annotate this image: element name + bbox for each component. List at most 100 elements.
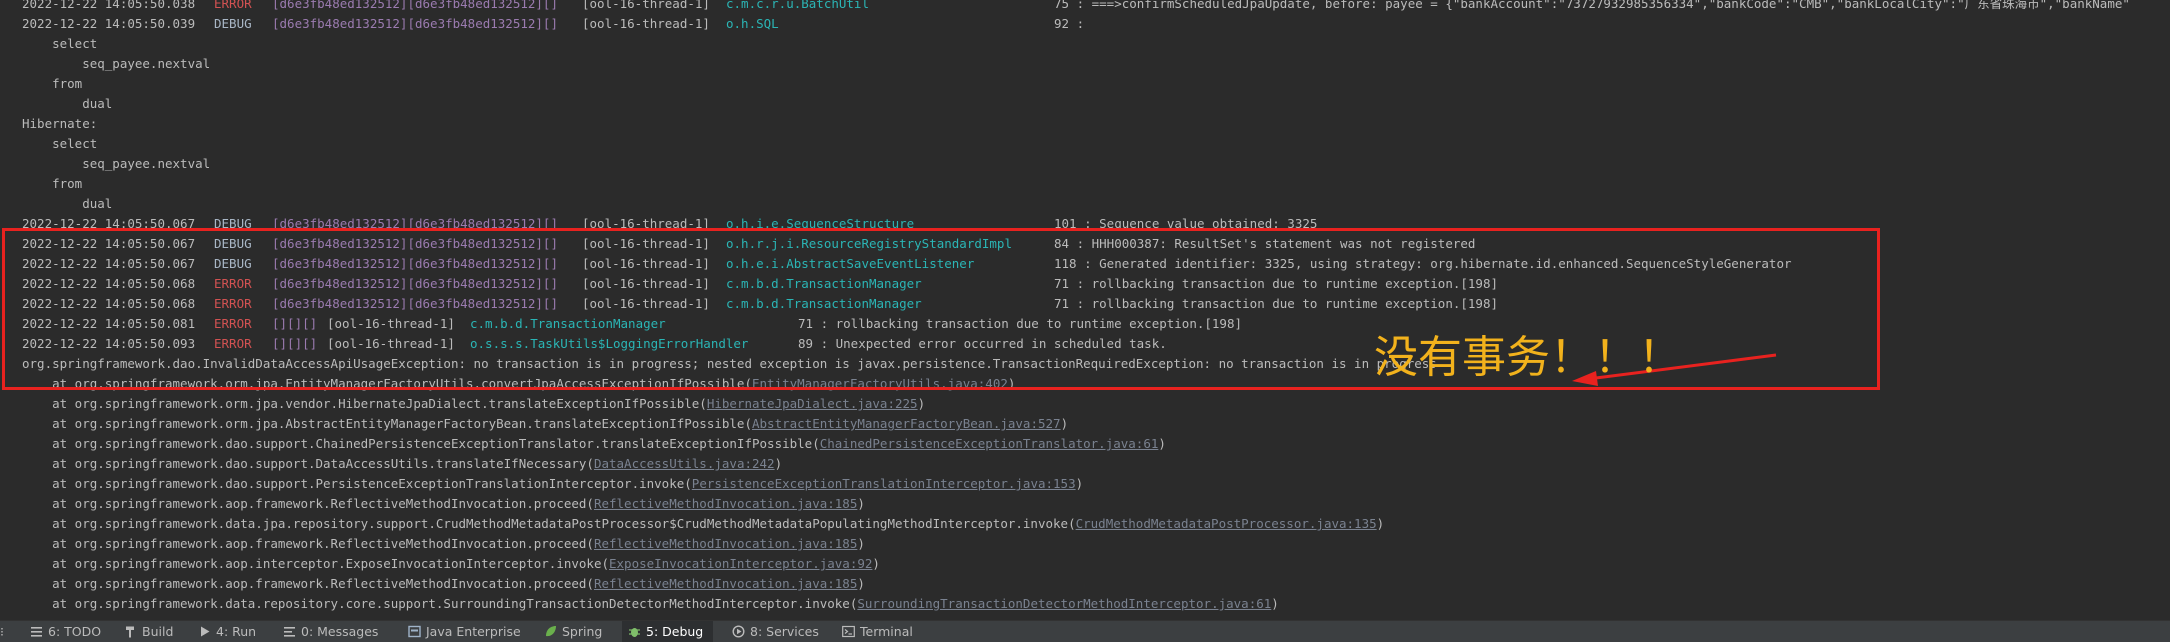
tab-label: 0: Messages: [301, 624, 379, 639]
stack-frame: at org.springframework.aop.framework.Ref…: [22, 494, 865, 514]
source-link[interactable]: HibernateJpaDialect.java:225: [707, 396, 918, 411]
console-text: seq_payee.nextval: [22, 156, 211, 171]
stack-frame: at org.springframework.data.jpa.reposito…: [22, 514, 1384, 534]
console-line: at org.springframework.aop.framework.Ref…: [0, 494, 2170, 514]
console-line: select: [0, 134, 2170, 154]
console-line: select: [0, 34, 2170, 54]
stack-frame-suffix: ): [917, 396, 926, 411]
log-thread: [ool-16-thread-1]: [582, 276, 710, 291]
console-text: dual: [22, 196, 113, 211]
log-thread: [ool-16-thread-1]: [582, 256, 710, 271]
console-line: at org.springframework.orm.jpa.vendor.Hi…: [0, 394, 2170, 414]
console-text: org.springframework.dao.InvalidDataAcces…: [22, 356, 1437, 371]
source-link[interactable]: DataAccessUtils.java:242: [594, 456, 775, 471]
log-timestamp: 2022-12-22 14:05:50.068: [22, 276, 196, 291]
console-line: 2022-12-22 14:05:50.039 DEBUG [d6e3fb48ed1…: [0, 14, 2170, 34]
console-text: from: [22, 76, 83, 91]
console-line: from: [0, 174, 2170, 194]
log-thread: [ool-16-thread-1]: [582, 16, 710, 31]
tab-services[interactable]: 8: Services: [732, 621, 819, 642]
console-text: Hibernate:: [22, 116, 98, 131]
log-level: ERROR: [214, 276, 252, 291]
console-line: 2022-12-22 14:05:50.093 ERROR [][][] [ool-1…: [0, 334, 2170, 354]
source-link[interactable]: ReflectiveMethodInvocation.java:185: [594, 536, 857, 551]
tab-todo[interactable]: 6: TODO: [30, 621, 101, 642]
tab-spring[interactable]: Spring: [544, 621, 602, 642]
tab-build[interactable]: Build: [124, 621, 173, 642]
log-thread: [ool-16-thread-1]: [582, 236, 710, 251]
java-enterprise-icon: [408, 625, 421, 638]
stack-frame: at org.springframework.orm.jpa.EntityMan…: [22, 374, 1015, 394]
console-line: org.springframework.dao.InvalidDataAcces…: [0, 354, 2170, 374]
stack-frame: at org.springframework.data.repository.c…: [22, 594, 1279, 614]
log-message: 92 :: [1054, 16, 1085, 31]
console-line: seq_payee.nextval: [0, 154, 2170, 174]
console-line: at org.springframework.aop.interceptor.E…: [0, 554, 2170, 574]
tab-run[interactable]: 4: Run: [198, 621, 256, 642]
log-level: ERROR: [214, 336, 252, 351]
console-line: at org.springframework.aop.framework.Ref…: [0, 574, 2170, 594]
tab-java-enterprise[interactable]: Java Enterprise: [408, 621, 521, 642]
log-level: ERROR: [214, 316, 252, 331]
tab-label: Terminal: [860, 624, 913, 639]
console-line: at org.springframework.orm.jpa.AbstractE…: [0, 414, 2170, 434]
tab-terminal[interactable]: Terminal: [842, 621, 913, 642]
log-thread: [ool-16-thread-1]: [327, 336, 455, 351]
source-link[interactable]: AbstractEntityManagerFactoryBean.java:52…: [752, 416, 1061, 431]
stack-frame-method: at org.springframework.aop.framework.Ref…: [22, 496, 594, 511]
log-trace-ids: [d6e3fb48ed132512][d6e3fb48ed132512][]: [272, 0, 558, 11]
console-text: seq_payee.nextval: [22, 56, 211, 71]
log-thread: [ool-16-thread-1]: [327, 316, 455, 331]
tab-debug[interactable]: 5: Debug: [622, 621, 714, 642]
debug-console-output[interactable]: 2022-12-22 14:05:50.038 ERROR [d6e3fb48ed1…: [0, 0, 2170, 620]
annotation-text: 没有事务！！！: [1374, 332, 1682, 383]
stack-frame: at org.springframework.dao.support.Chain…: [22, 434, 1166, 454]
log-level: ERROR: [214, 296, 252, 311]
log-timestamp: 2022-12-22 14:05:50.038: [22, 0, 196, 11]
source-link[interactable]: EntityManagerFactoryUtils.java:402: [752, 376, 1008, 391]
tab-messages[interactable]: 0: Messages: [283, 621, 378, 642]
log-logger: o.h.e.i.AbstractSaveEventListener: [726, 256, 975, 271]
console-line: at org.springframework.orm.jpa.EntityMan…: [0, 374, 2170, 394]
source-link[interactable]: ChainedPersistenceExceptionTranslator.ja…: [820, 436, 1159, 451]
source-link[interactable]: ExposeInvocationInterceptor.java:92: [609, 556, 872, 571]
log-trace-ids: [d6e3fb48ed132512][d6e3fb48ed132512][]: [272, 16, 558, 31]
stack-frame-method: at org.springframework.data.jpa.reposito…: [22, 516, 1076, 531]
source-link[interactable]: SurroundingTransactionDetectorMethodInte…: [857, 596, 1271, 611]
stack-frame-suffix: ): [1376, 516, 1385, 531]
stack-frame-method: at org.springframework.orm.jpa.EntityMan…: [22, 376, 752, 391]
source-link[interactable]: CrudMethodMetadataPostProcessor.java:135: [1076, 516, 1377, 531]
log-timestamp: 2022-12-22 14:05:50.081: [22, 316, 196, 331]
stack-frame-suffix: ): [1075, 476, 1084, 491]
log-timestamp: 2022-12-22 14:05:50.067: [22, 256, 196, 271]
stack-frame: at org.springframework.aop.framework.Ref…: [22, 534, 865, 554]
source-link[interactable]: ReflectiveMethodInvocation.java:185: [594, 576, 857, 591]
console-line: at org.springframework.dao.support.Persi…: [0, 474, 2170, 494]
stack-frame-suffix: ): [1060, 416, 1069, 431]
console-line: seq_payee.nextval: [0, 54, 2170, 74]
stack-frame-suffix: ): [857, 496, 865, 511]
log-level: DEBUG: [214, 216, 252, 231]
stack-frame: at org.springframework.dao.support.Persi…: [22, 474, 1083, 494]
console-line: Hibernate:: [0, 114, 2170, 134]
stack-frame-suffix: ): [857, 536, 865, 551]
source-link[interactable]: ReflectiveMethodInvocation.java:185: [594, 496, 857, 511]
log-message: 71 : rollbacking transaction due to runt…: [798, 316, 1243, 331]
log-logger: o.h.i.e.SequenceStructure: [726, 216, 915, 231]
tool-bar-handle: ⁝: [0, 624, 4, 639]
log-thread: [ool-16-thread-1]: [582, 0, 710, 11]
console-line: at org.springframework.data.jpa.reposito…: [0, 514, 2170, 534]
source-link[interactable]: PersistenceExceptionTranslationIntercept…: [692, 476, 1076, 491]
console-line: 2022-12-22 14:05:50.067 DEBUG [d6e3fb48ed1…: [0, 214, 2170, 234]
log-level: DEBUG: [214, 16, 252, 31]
log-trace-ids: [][][]: [272, 316, 318, 331]
console-text: select: [22, 36, 98, 51]
stack-frame-method: at org.springframework.orm.jpa.AbstractE…: [22, 416, 752, 431]
stack-frame: at org.springframework.dao.support.DataA…: [22, 454, 782, 474]
services-icon: [732, 625, 745, 638]
console-line: 2022-12-22 14:05:50.068 ERROR [d6e3fb48ed1…: [0, 294, 2170, 314]
log-message: 118 : Generated identifier: 3325, using …: [1054, 256, 1792, 271]
log-message: 89 : Unexpected error occurred in schedu…: [798, 336, 1167, 351]
log-trace-ids: [d6e3fb48ed132512][d6e3fb48ed132512][]: [272, 236, 558, 251]
log-level: ERROR: [214, 0, 252, 11]
